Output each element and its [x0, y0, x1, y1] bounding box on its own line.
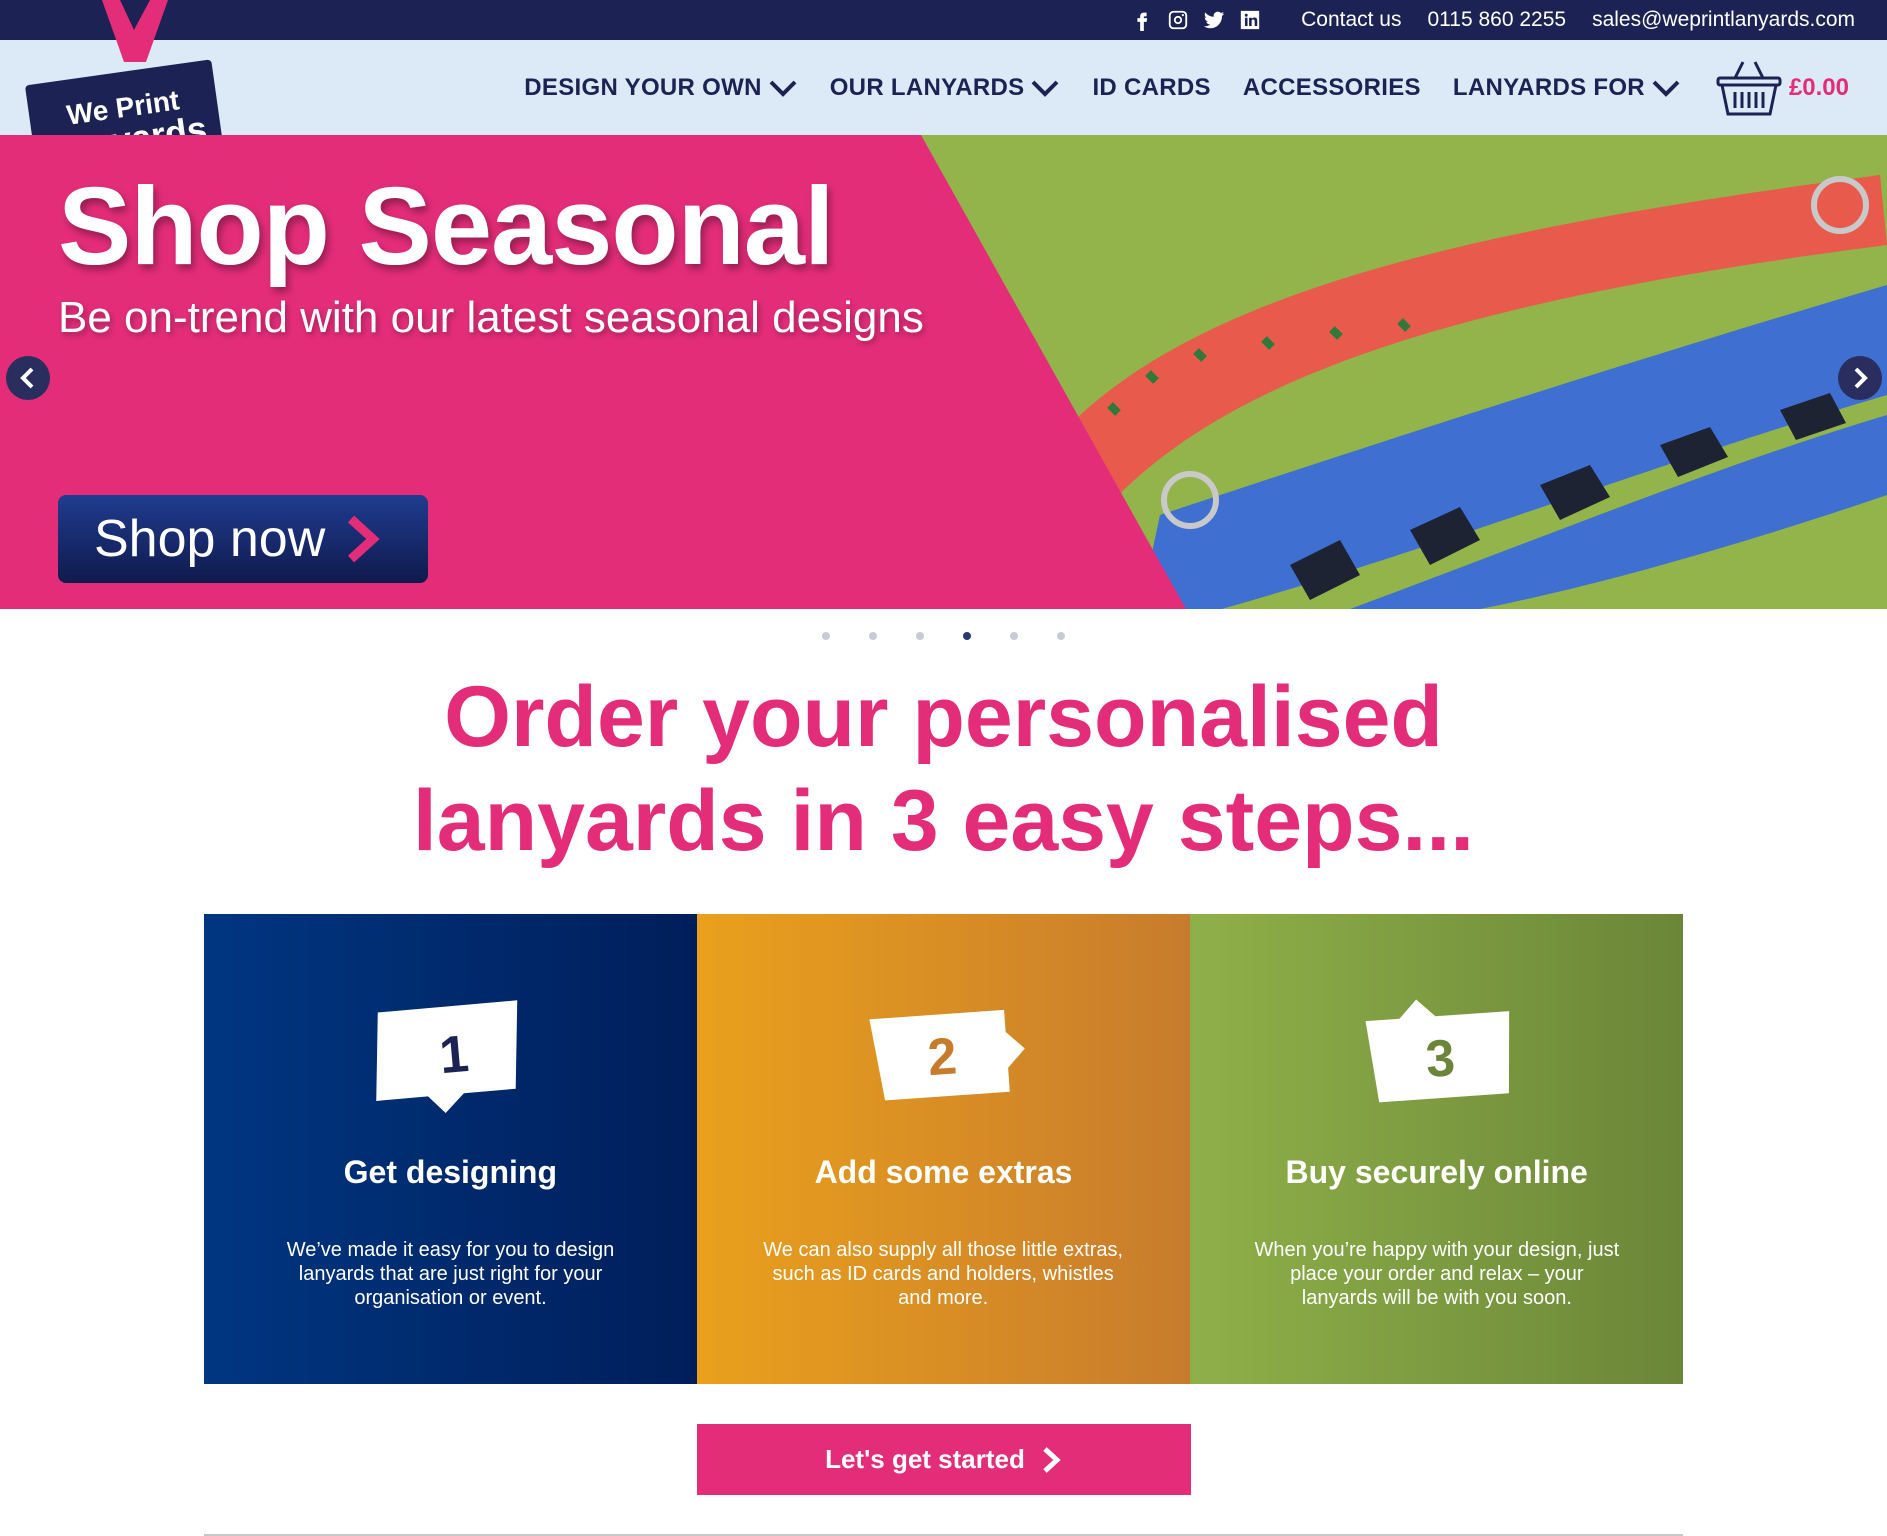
- hero-subtitle: Be on-trend with our latest seasonal des…: [58, 293, 924, 342]
- step-description: We’ve made it easy for you to design lan…: [286, 1239, 615, 1309]
- step-card-1: 1 Get designing We’ve made it easy for y…: [204, 914, 697, 1384]
- tag-icon: 2: [869, 1009, 1025, 1101]
- speech-bubble-icon: 1: [376, 1000, 518, 1113]
- chevron-right-icon: [1043, 1446, 1061, 1473]
- step-title: Add some extras: [814, 1154, 1073, 1190]
- steps-section: 1 Get designing We’ve made it easy for y…: [204, 914, 1684, 1384]
- step-number: 3: [1424, 1029, 1457, 1089]
- instagram-icon[interactable]: [1167, 9, 1189, 31]
- chevron-down-icon: [1032, 80, 1059, 97]
- main-nav: DESIGN YOUR OWN OUR LANYARDS ID CARDS AC…: [492, 40, 1849, 135]
- cart-total: £0.00: [1788, 73, 1849, 101]
- facebook-icon[interactable]: [1131, 9, 1153, 31]
- carousel-dot[interactable]: [1057, 632, 1065, 640]
- top-utility-bar: Contact us 0115 860 2255 sales@weprintla…: [0, 0, 1887, 40]
- nav-design-your-own-label: DESIGN YOUR OWN: [524, 73, 762, 101]
- chevron-right-icon: [1854, 367, 1868, 389]
- hero-title: Shop Seasonal: [58, 165, 835, 288]
- nav-accessories-label: ACCESSORIES: [1242, 73, 1421, 101]
- nav-id-cards[interactable]: ID CARDS: [1092, 74, 1210, 102]
- get-started-label: Let's get started: [825, 1444, 1025, 1474]
- hero-carousel: Shop Seasonal Be on-trend with our lates…: [0, 135, 1887, 609]
- step-description: When you’re happy with your design, just…: [1254, 1239, 1620, 1309]
- carousel-prev-button[interactable]: [6, 356, 50, 400]
- contact-us-link[interactable]: Contact us: [1301, 8, 1401, 32]
- nav-our-lanyards-label: OUR LANYARDS: [829, 73, 1025, 101]
- chevron-down-icon: [769, 80, 797, 97]
- step-title: Get designing: [343, 1154, 557, 1190]
- headline-line1: Order your personalised: [444, 669, 1443, 765]
- carousel-next-button[interactable]: [1838, 356, 1882, 400]
- carousel-dot[interactable]: [822, 632, 830, 640]
- carousel-dot[interactable]: [1010, 632, 1018, 640]
- steps-headline: Order your personalised lanyards in 3 ea…: [0, 665, 1887, 873]
- chevron-down-icon: [1652, 80, 1680, 97]
- nav-accessories[interactable]: ACCESSORIES: [1243, 74, 1421, 102]
- social-links: [1131, 9, 1261, 31]
- phone-link[interactable]: 0115 860 2255: [1427, 8, 1566, 32]
- shop-now-button[interactable]: Shop now: [58, 495, 428, 583]
- carousel-dot[interactable]: [916, 632, 924, 640]
- step-description: We can also supply all those little extr…: [763, 1239, 1124, 1309]
- site-header: We Print Lanyards DESIGN YOUR OWN OUR LA…: [0, 0, 1887, 192]
- nav-id-cards-label: ID CARDS: [1092, 73, 1211, 101]
- chevron-left-icon: [20, 367, 34, 389]
- cart-button[interactable]: £0.00: [1715, 58, 1849, 118]
- twitter-icon[interactable]: [1203, 9, 1225, 31]
- chevron-right-icon: [348, 515, 380, 563]
- linkedin-icon[interactable]: [1239, 9, 1261, 31]
- shop-now-label: Shop now: [94, 510, 326, 568]
- headline-line2: lanyards in 3 easy steps...: [412, 773, 1475, 869]
- step-card-3: 3 Buy securely online When you’re happy …: [1190, 914, 1684, 1384]
- nav-our-lanyards[interactable]: OUR LANYARDS: [830, 74, 1061, 102]
- step-title: Buy securely online: [1285, 1154, 1588, 1190]
- carousel-dot-active[interactable]: [963, 632, 971, 640]
- tab-card-icon: 3: [1365, 999, 1510, 1103]
- get-started-button[interactable]: Let's get started: [697, 1424, 1191, 1495]
- step-card-2: 2 Add some extras We can also supply all…: [696, 914, 1191, 1384]
- step-number: 2: [925, 1027, 958, 1087]
- carousel-dot[interactable]: [869, 632, 877, 640]
- nav-lanyards-for[interactable]: LANYARDS FOR: [1453, 74, 1681, 102]
- nav-lanyards-for-label: LANYARDS FOR: [1452, 73, 1645, 101]
- nav-design-your-own[interactable]: DESIGN YOUR OWN: [524, 74, 797, 102]
- basket-icon: [1716, 60, 1782, 115]
- step-number: 1: [437, 1025, 471, 1085]
- carousel-indicators: [0, 632, 1887, 640]
- email-link[interactable]: sales@weprintlanyards.com: [1592, 8, 1855, 32]
